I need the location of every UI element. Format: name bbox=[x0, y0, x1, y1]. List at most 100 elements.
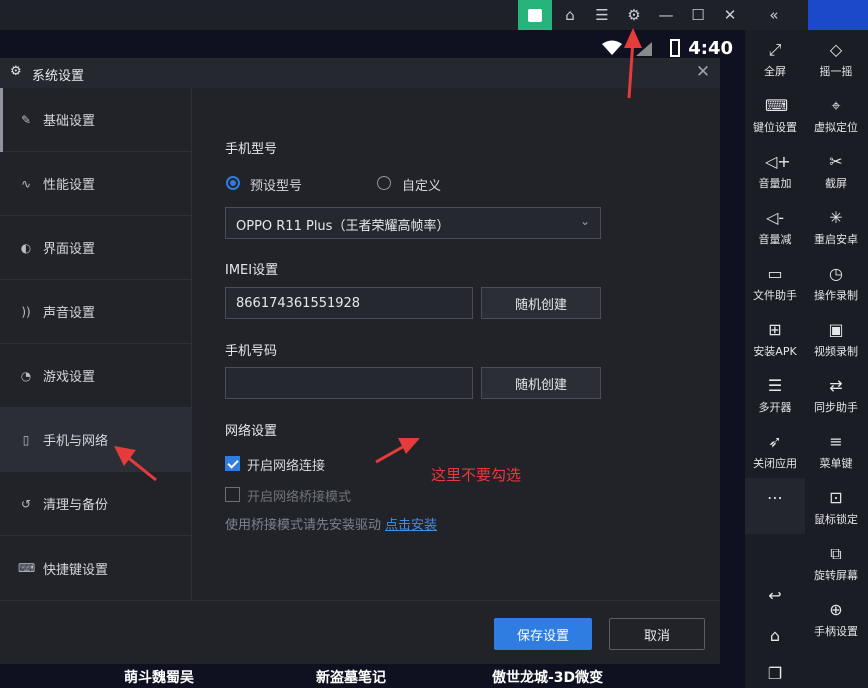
app-label[interactable]: 傲世龙城-3D微变 bbox=[492, 667, 603, 687]
phone-number-title: 手机号码 bbox=[225, 344, 278, 359]
imei-title: IMEI设置 bbox=[225, 263, 279, 278]
pulse-icon: ∿ bbox=[20, 176, 32, 191]
nav-item-basic[interactable]: ✎ 基础设置 bbox=[0, 88, 192, 152]
custom-model-radio[interactable] bbox=[377, 176, 391, 190]
dialog-footer: 保存设置 取消 bbox=[0, 600, 720, 664]
recents-button[interactable]: ❐ bbox=[745, 654, 805, 688]
sync-helper-button[interactable]: ⇄ 同步助手 bbox=[806, 366, 866, 422]
emulator-right-toolbar: ⤢ 全屏 ⌨ 键位设置 ◁+ 音量加 ◁- 音量减 ▭ 文件助手 ⊞ 安装APK… bbox=[745, 30, 868, 688]
phone-number-random-button[interactable]: 随机创建 bbox=[481, 367, 601, 399]
close-app-button[interactable]: ➶ 关闭应用 bbox=[745, 422, 805, 478]
phone-number-input[interactable] bbox=[226, 368, 472, 398]
nav-item-interface[interactable]: ◐ 界面设置 bbox=[0, 216, 192, 280]
desktop-background bbox=[808, 0, 868, 30]
cancel-button[interactable]: 取消 bbox=[609, 618, 705, 650]
screenshot-button[interactable]: ✂ 截屏 bbox=[806, 142, 866, 198]
back-button[interactable]: ↩ bbox=[745, 576, 805, 612]
more-button[interactable]: ⋯ bbox=[745, 478, 805, 534]
restart-android-button[interactable]: ✳ 重启安卓 bbox=[806, 198, 866, 254]
volume-down-icon: ◁- bbox=[765, 208, 785, 227]
phone-number-input-wrap bbox=[225, 367, 473, 399]
maximize-icon[interactable]: ☐ bbox=[682, 0, 714, 30]
volume-down-button[interactable]: ◁- 音量减 bbox=[745, 198, 805, 254]
recents-icon: ❐ bbox=[767, 664, 783, 683]
enable-network-label: 开启网络连接 bbox=[247, 459, 326, 474]
mouse-lock-button[interactable]: ⊡ 鼠标锁定 bbox=[806, 478, 866, 534]
system-settings-dialog: ⚙ 系统设置 ✕ ✎ 基础设置 ∿ 性能设置 ◐ 界面设置 )) 声音设置 ◔ … bbox=[0, 58, 720, 664]
virtual-location-button[interactable]: ⌖ 虚拟定位 bbox=[806, 86, 866, 142]
imei-input[interactable] bbox=[226, 288, 472, 318]
annotation-arrow-bridge bbox=[375, 438, 420, 464]
multi-instance-button[interactable]: ☰ 多开器 bbox=[745, 366, 805, 422]
gamepad-icon: ⊕ bbox=[829, 600, 843, 619]
keyboard-icon: ⌨ bbox=[18, 561, 36, 575]
rocket-icon: ➶ bbox=[768, 432, 782, 451]
video-record-button[interactable]: ▣ 视频录制 bbox=[806, 310, 866, 366]
close-icon[interactable]: ✕ bbox=[694, 63, 712, 81]
annotation-arrow-nav bbox=[114, 446, 157, 482]
keymap-button[interactable]: ⌨ 键位设置 bbox=[745, 86, 805, 142]
scissors-icon: ✂ bbox=[829, 152, 843, 171]
gauge-icon: ◔ bbox=[20, 368, 32, 383]
chevron-down-icon: ⌄ bbox=[580, 214, 591, 228]
menu-key-button[interactable]: ≡ 菜单键 bbox=[806, 422, 866, 478]
network-title: 网络设置 bbox=[225, 424, 278, 439]
gamepad-settings-button[interactable]: ⊕ 手柄设置 bbox=[806, 590, 866, 646]
shake-button[interactable]: ◇ 摇一摇 bbox=[806, 30, 866, 86]
enable-network-checkbox[interactable] bbox=[225, 456, 240, 471]
install-apk-button[interactable]: ⊞ 安装APK bbox=[745, 310, 805, 366]
preset-model-radio[interactable] bbox=[226, 176, 240, 190]
imei-input-wrap bbox=[225, 287, 473, 319]
battery-icon bbox=[670, 39, 680, 57]
volume-up-button[interactable]: ◁+ 音量加 bbox=[745, 142, 805, 198]
close-window-icon[interactable]: ✕ bbox=[714, 0, 746, 30]
gear-icon: ⚙ bbox=[10, 64, 22, 79]
rotate-screen-button[interactable]: ⧉ 旋转屏幕 bbox=[806, 534, 866, 590]
save-button[interactable]: 保存设置 bbox=[494, 618, 592, 650]
location-icon: ⌖ bbox=[831, 96, 841, 115]
skin-icon[interactable]: ⌂ bbox=[554, 0, 586, 30]
rotate-icon: ⧉ bbox=[830, 544, 842, 563]
collapse-sidebar-icon[interactable]: « bbox=[758, 0, 790, 30]
file-helper-button[interactable]: ▭ 文件助手 bbox=[745, 254, 805, 310]
install-driver-link[interactable]: 点击安装 bbox=[385, 518, 437, 533]
app-store-icon[interactable] bbox=[518, 0, 552, 30]
dialog-title: 系统设置 bbox=[32, 69, 85, 84]
emulator-top-bar: ⌂ ☰ ⚙ — ☐ ✕ « bbox=[0, 0, 808, 30]
stack-icon: ☰ bbox=[767, 376, 783, 395]
restart-icon: ✳ bbox=[829, 208, 843, 227]
annotation-text: 这里不要勾选 bbox=[431, 466, 522, 484]
fullscreen-button[interactable]: ⤢ 全屏 bbox=[745, 30, 805, 86]
operation-record-button[interactable]: ◷ 操作录制 bbox=[806, 254, 866, 310]
volume-up-icon: ◁+ bbox=[765, 152, 791, 171]
history-icon: ↺ bbox=[20, 496, 32, 511]
minimize-icon[interactable]: — bbox=[650, 0, 682, 30]
imei-random-button[interactable]: 随机创建 bbox=[481, 287, 601, 319]
bridge-hint-text: 使用桥接模式请先安装驱动 bbox=[225, 518, 382, 533]
phone-model-title: 手机型号 bbox=[225, 142, 278, 157]
edit-icon: ✎ bbox=[20, 112, 32, 127]
sound-icon: )) bbox=[21, 304, 31, 319]
nav-item-sound[interactable]: )) 声音设置 bbox=[0, 280, 192, 344]
fullscreen-icon: ⤢ bbox=[768, 40, 782, 59]
home-app-labels: 萌斗魏蜀吴 新盗墓笔记 傲世龙城-3D微变 bbox=[0, 664, 745, 688]
app-label[interactable]: 萌斗魏蜀吴 bbox=[124, 667, 194, 687]
home-button[interactable]: ⌂ bbox=[745, 616, 805, 652]
monitor-icon: ▭ bbox=[767, 264, 783, 283]
home-icon: ⌂ bbox=[769, 626, 781, 645]
phone-wifi-icon: ▯ bbox=[22, 432, 30, 447]
video-record-icon: ▣ bbox=[828, 320, 844, 339]
nav-item-game[interactable]: ◔ 游戏设置 bbox=[0, 344, 192, 408]
shake-icon: ◇ bbox=[829, 40, 843, 59]
status-clock: 4:40 bbox=[688, 38, 733, 59]
custom-model-label: 自定义 bbox=[402, 179, 442, 194]
annotation-arrow-gear bbox=[624, 28, 642, 99]
settings-nav: ✎ 基础设置 ∿ 性能设置 ◐ 界面设置 )) 声音设置 ◔ 游戏设置 ▯ 手机… bbox=[0, 88, 192, 600]
apk-icon: ⊞ bbox=[768, 320, 782, 339]
nav-item-shortcuts[interactable]: ⌨ 快捷键设置 bbox=[0, 536, 192, 600]
bridge-mode-checkbox[interactable] bbox=[225, 487, 240, 502]
nav-item-performance[interactable]: ∿ 性能设置 bbox=[0, 152, 192, 216]
app-label[interactable]: 新盗墓笔记 bbox=[316, 667, 386, 687]
phone-model-select[interactable]: OPPO R11 Plus（王者荣耀高帧率） ⌄ bbox=[225, 207, 601, 239]
settings-content: 手机型号 预设型号 自定义 OPPO R11 Plus（王者荣耀高帧率） ⌄ I… bbox=[193, 88, 720, 600]
